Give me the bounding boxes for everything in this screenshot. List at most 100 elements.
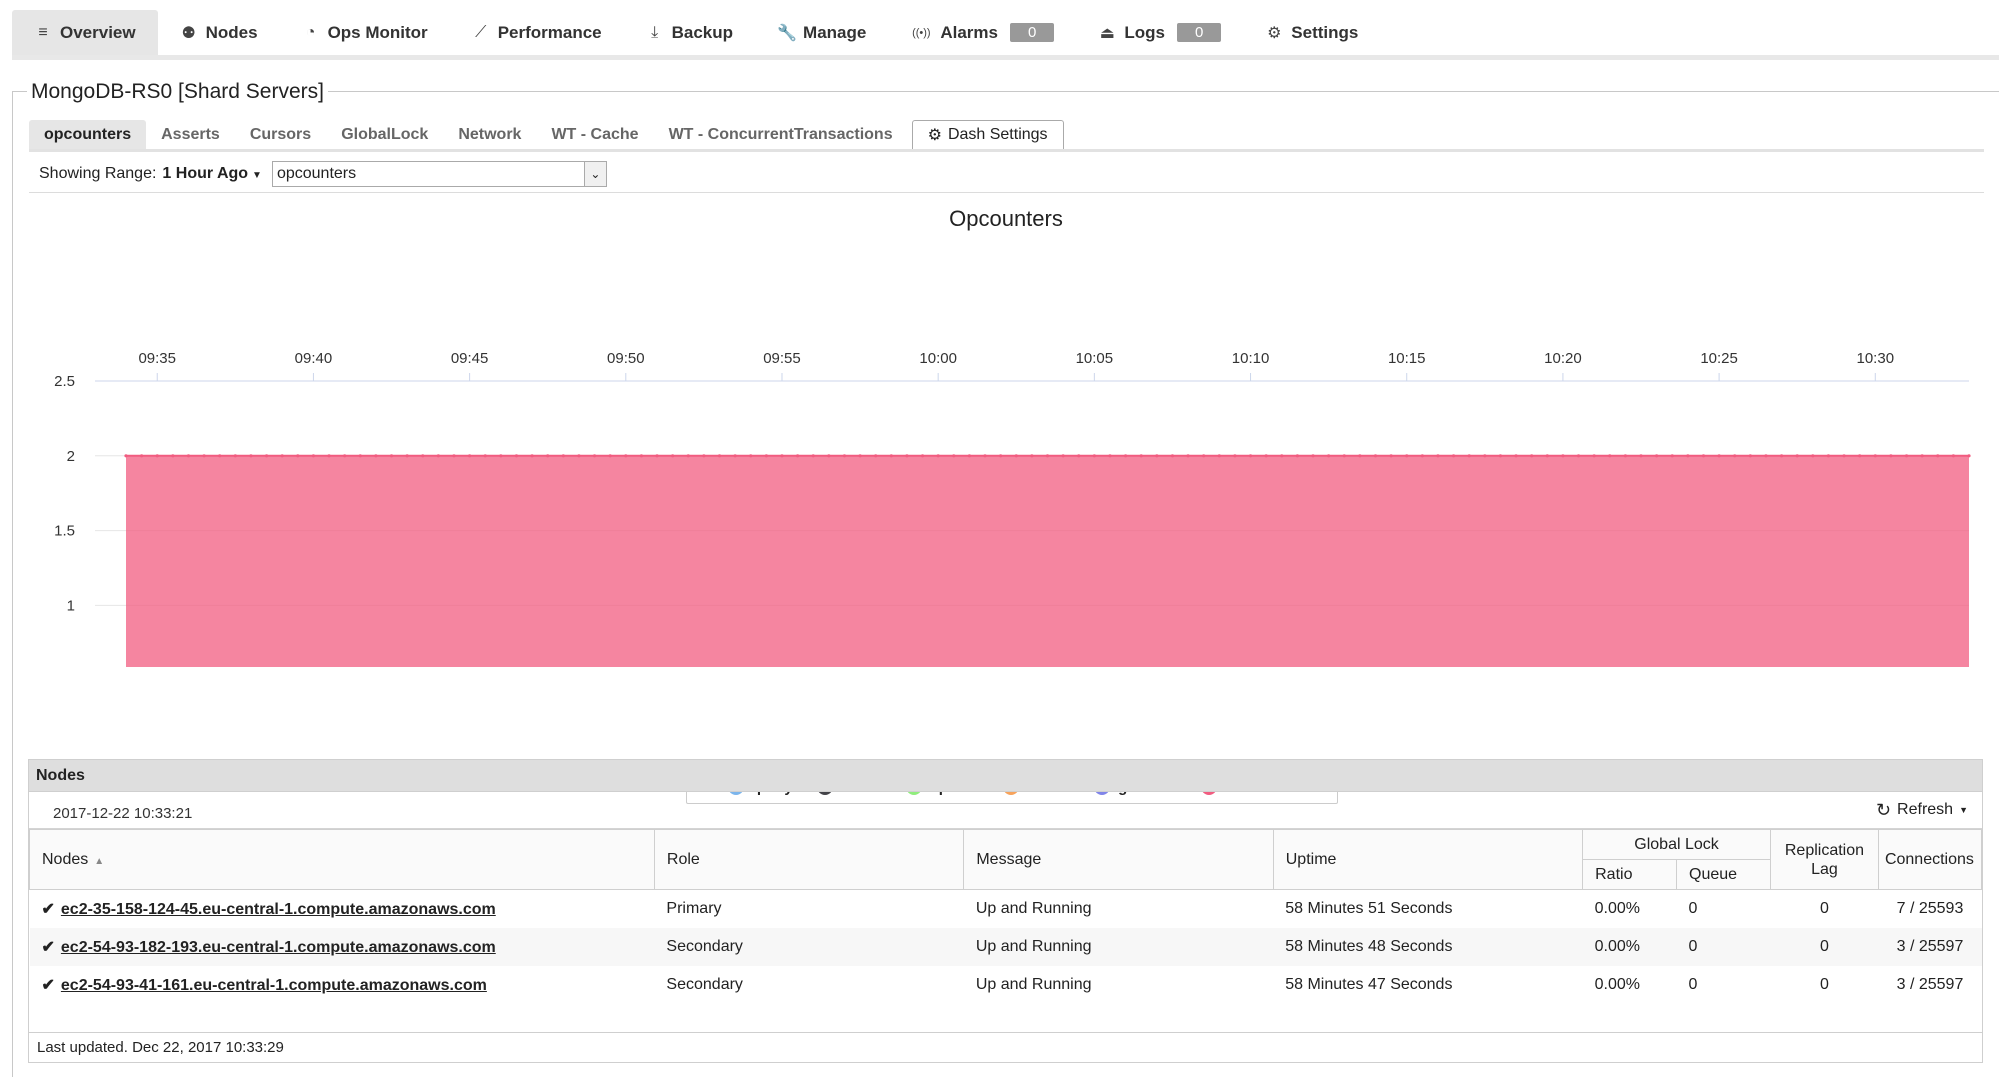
- point-command: [1092, 454, 1096, 458]
- point-command: [280, 454, 284, 458]
- range-dropdown[interactable]: 1 Hour Ago ▼: [162, 165, 262, 183]
- tab-network[interactable]: Network: [443, 120, 536, 149]
- point-command: [1873, 454, 1877, 458]
- col-queue[interactable]: Queue: [1676, 859, 1771, 890]
- message-cell: Up and Running: [975, 975, 1092, 993]
- last-updated: Last updated. Dec 22, 2017 10:33:29: [29, 1032, 1982, 1062]
- nodes-section: Nodes ↻ Refresh ▼ Nodes ▲ Role Message Up…: [28, 759, 1983, 1063]
- point-command: [389, 454, 394, 458]
- dash-settings-label: Dash Settings: [947, 126, 1048, 143]
- nav-logs[interactable]: ⏏ Logs 0: [1076, 10, 1243, 55]
- refresh-button[interactable]: ↻ Refresh ▼: [1876, 800, 1968, 821]
- tab-asserts[interactable]: Asserts: [146, 120, 235, 149]
- point-command: [717, 454, 722, 458]
- col-replication-lag[interactable]: Replication Lag: [1769, 829, 1879, 890]
- download-icon: ⤓: [651, 23, 659, 41]
- nodes-icon: ⚉: [181, 24, 196, 42]
- point-command: [1764, 454, 1768, 458]
- lag-cell: 0: [1770, 927, 1879, 966]
- col-nodes[interactable]: Nodes ▲: [29, 829, 655, 890]
- point-command: [1779, 454, 1784, 458]
- point-command: [952, 454, 956, 458]
- refresh-label: Refresh: [1897, 801, 1954, 818]
- point-command: [1451, 454, 1456, 458]
- point-command: [1077, 454, 1081, 458]
- col-ratio[interactable]: Ratio: [1582, 859, 1678, 890]
- tab-cursors[interactable]: Cursors: [235, 120, 326, 149]
- x-tick-label: 10:30: [1857, 350, 1895, 367]
- point-command: [1123, 454, 1128, 458]
- x-tick-label: 09:55: [763, 350, 801, 367]
- connections-cell: 3 / 25597: [1896, 975, 1964, 993]
- role-cell: Secondary: [654, 927, 964, 966]
- dash-settings-button[interactable]: ⚙ Dash Settings: [911, 120, 1064, 149]
- point-command: [889, 454, 893, 458]
- point-command: [624, 454, 628, 458]
- point-command: [1811, 454, 1815, 458]
- col-connections[interactable]: Connections: [1877, 829, 1983, 890]
- node-link[interactable]: ec2-35-158-124-45.eu-central-1.compute.a…: [61, 901, 496, 918]
- point-command: [1139, 454, 1143, 458]
- col-message[interactable]: Message: [963, 829, 1274, 890]
- tab-globallock[interactable]: GlobalLock: [326, 120, 443, 149]
- point-command: [530, 454, 534, 458]
- tab-opcounters[interactable]: opcounters: [29, 120, 147, 149]
- nav-manage[interactable]: 🔧 Manage: [755, 10, 888, 55]
- nodes-toolbar: ↻ Refresh ▼: [29, 792, 1982, 829]
- x-tick-label: 10:15: [1388, 350, 1426, 367]
- metric-tabs: opcounters Asserts Cursors GlobalLock Ne…: [29, 120, 1984, 152]
- point-command: [1405, 454, 1409, 458]
- nav-backup[interactable]: ⤓ Backup: [624, 10, 755, 55]
- col-nodes-label: Nodes: [42, 850, 89, 868]
- nav-settings[interactable]: ⚙ Settings: [1243, 10, 1380, 55]
- nav-nodes[interactable]: ⚉ Nodes: [158, 10, 280, 55]
- x-axis: 09:35 09:40 09:45 09:50 09:55 10:00 10:05 10:10…: [138, 350, 1894, 381]
- node-link[interactable]: ec2-54-93-182-193.eu-central-1.compute.a…: [61, 939, 496, 956]
- point-command: [1842, 454, 1846, 458]
- point-command: [1311, 454, 1315, 458]
- logs-count-badge: 0: [1176, 23, 1222, 42]
- point-command: [124, 454, 128, 458]
- role-cell: Secondary: [666, 975, 743, 993]
- line-chart-icon: ⟋: [475, 23, 487, 41]
- gear-icon: ⚙: [1267, 24, 1282, 42]
- tab-wt-concurrent-transactions[interactable]: WT - ConcurrentTransactions: [654, 120, 908, 149]
- series-select[interactable]: opcounters ⌄: [271, 160, 607, 187]
- nodes-section-title: Nodes: [29, 760, 1982, 792]
- point-command: [1717, 454, 1721, 458]
- point-command: [577, 454, 581, 458]
- nav-alarms[interactable]: ((•)) Alarms 0: [888, 10, 1076, 55]
- point-command: [1686, 454, 1690, 458]
- point-command: [1514, 454, 1518, 458]
- nav-performance[interactable]: ⟋ Performance: [450, 10, 624, 55]
- point-command: [264, 454, 269, 458]
- point-command: [671, 454, 675, 458]
- point-command: [1467, 454, 1471, 458]
- col-role[interactable]: Role: [653, 829, 965, 890]
- tab-wt-cache[interactable]: WT - Cache: [536, 120, 653, 149]
- broadcast-icon: ((•)): [912, 26, 931, 39]
- point-command: [1483, 454, 1487, 458]
- node-link[interactable]: ec2-54-93-41-161.eu-central-1.compute.am…: [61, 977, 487, 994]
- point-command: [140, 454, 144, 458]
- point-command: [1202, 454, 1206, 458]
- role-cell: Primary: [666, 899, 722, 917]
- point-command: [639, 454, 644, 458]
- point-command: [1592, 454, 1596, 458]
- point-command: [218, 454, 222, 458]
- y-axis: 00.511.522.5: [54, 373, 75, 764]
- nav-overview[interactable]: ≡ Overview: [12, 10, 158, 55]
- node-host-cell: ✔ ec2-35-158-124-45.eu-central-1.compute.…: [30, 890, 655, 928]
- connections-cell: 3 / 25597: [1878, 927, 1982, 966]
- point-command: [421, 454, 425, 458]
- point-command: [842, 454, 847, 458]
- chevron-down-icon: ⌄: [583, 161, 606, 186]
- node-host-cell: ✔ ec2-54-93-182-193.eu-central-1.compute.…: [29, 927, 655, 966]
- col-uptime[interactable]: Uptime: [1272, 829, 1584, 890]
- nav-ops-monitor[interactable]: ◔ Ops Monitor: [280, 10, 450, 55]
- point-command: [764, 454, 768, 458]
- point-command: [1030, 454, 1034, 458]
- nav-label: Ops Monitor: [327, 22, 428, 42]
- point-command: [546, 454, 550, 458]
- point-command: [499, 454, 503, 458]
